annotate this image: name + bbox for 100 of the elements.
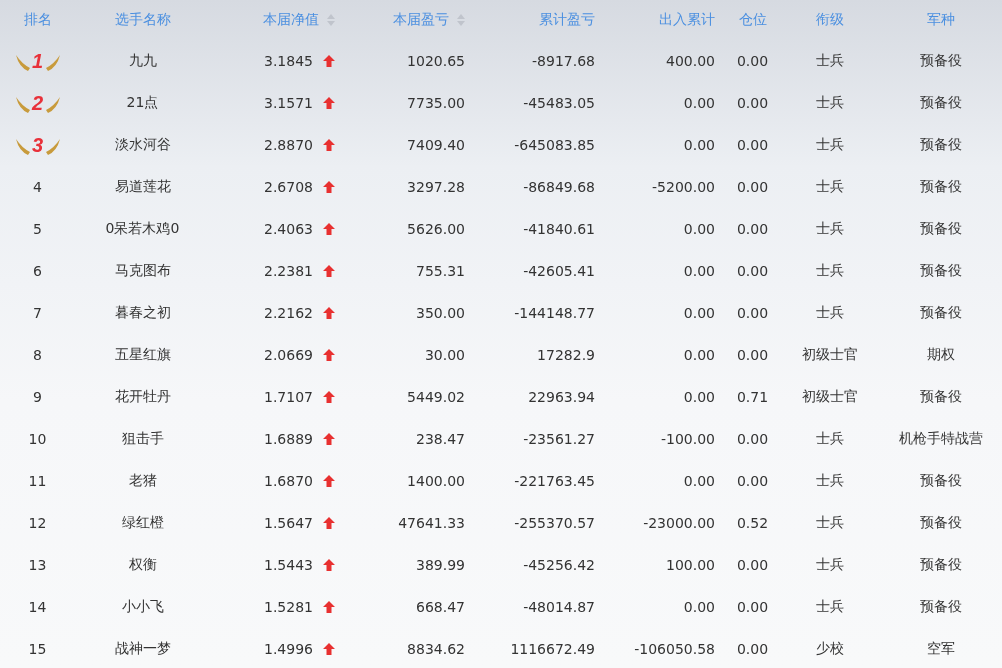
period-profit: 238.47 xyxy=(416,431,465,447)
rank-grade: 士兵 xyxy=(816,304,844,320)
service-branch: 预备役 xyxy=(920,52,962,68)
rank-grade: 士兵 xyxy=(816,262,844,278)
net-value: 2.6708 xyxy=(264,179,313,195)
net-value: 2.2162 xyxy=(264,305,313,321)
rank-grade: 士兵 xyxy=(816,220,844,236)
cash-flow: 0.00 xyxy=(683,137,715,153)
period-profit: 668.47 xyxy=(416,599,465,615)
period-profit: 47641.33 xyxy=(398,515,465,531)
position-ratio: 0.71 xyxy=(736,389,769,405)
column-header: 军种 xyxy=(927,11,955,29)
position-ratio: 0.00 xyxy=(736,431,769,447)
player-name: 花开牡丹 xyxy=(114,388,171,404)
period-profit: 1020.65 xyxy=(407,53,465,69)
position-ratio: 0.00 xyxy=(736,221,769,237)
period-profit: 8834.62 xyxy=(407,641,465,657)
player-name: 五星红旗 xyxy=(114,346,171,362)
column-header[interactable]: 本届净值 xyxy=(263,11,319,29)
cash-flow: 100.00 xyxy=(666,557,715,573)
total-profit: -42605.41 xyxy=(523,263,595,279)
net-value: 1.7107 xyxy=(264,389,313,405)
cash-flow: 400.00 xyxy=(666,53,715,69)
player-name: 暮春之初 xyxy=(114,304,171,320)
period-profit: 5449.02 xyxy=(407,389,465,405)
total-profit: -8917.68 xyxy=(532,53,595,69)
rank-number: 8 xyxy=(33,347,42,363)
service-branch: 预备役 xyxy=(920,94,962,110)
total-profit: -45256.42 xyxy=(523,557,595,573)
player-name: 小小飞 xyxy=(121,598,164,614)
position-ratio: 0.00 xyxy=(736,263,769,279)
rank-grade: 初级士官 xyxy=(802,346,858,362)
position-ratio: 0.00 xyxy=(736,557,769,573)
net-value: 3.1845 xyxy=(264,53,313,69)
net-value: 2.2381 xyxy=(264,263,313,279)
cash-flow: -106050.58 xyxy=(634,641,715,657)
rank-grade: 士兵 xyxy=(816,472,844,488)
rank-number: 14 xyxy=(28,599,47,615)
net-value: 1.6870 xyxy=(264,473,313,489)
rank-number: 4 xyxy=(33,179,42,195)
player-name: 0呆若木鸡0 xyxy=(105,220,180,236)
period-profit: 7409.40 xyxy=(407,137,465,153)
position-ratio: 0.00 xyxy=(736,53,769,69)
total-profit: 22963.94 xyxy=(528,389,595,405)
net-value: 2.8870 xyxy=(264,137,313,153)
net-value: 1.5281 xyxy=(264,599,313,615)
player-name: 九九 xyxy=(128,52,157,68)
position-ratio: 0.00 xyxy=(736,137,769,153)
service-branch: 预备役 xyxy=(920,262,962,278)
service-branch: 机枪手特战营 xyxy=(899,430,983,446)
rank-grade: 初级士官 xyxy=(802,388,858,404)
cash-flow: 0.00 xyxy=(683,95,715,111)
sort-icon[interactable] xyxy=(457,14,465,26)
service-branch: 空军 xyxy=(927,640,955,656)
cash-flow: 0.00 xyxy=(683,599,715,615)
player-name: 老猪 xyxy=(128,472,157,488)
service-branch: 预备役 xyxy=(920,388,962,404)
rank-grade: 士兵 xyxy=(816,556,844,572)
rank-number: 10 xyxy=(28,431,47,447)
rank-medal: 2 xyxy=(13,91,62,115)
column-header: 出入累计 xyxy=(659,11,715,29)
player-name: 马克图布 xyxy=(114,262,171,278)
total-profit: -48014.87 xyxy=(523,599,595,615)
sort-icon[interactable] xyxy=(327,14,335,26)
cash-flow: -23000.00 xyxy=(643,515,715,531)
service-branch: 预备役 xyxy=(920,598,962,614)
service-branch: 预备役 xyxy=(920,178,962,194)
position-ratio: 0.00 xyxy=(736,179,769,195)
rank-grade: 士兵 xyxy=(816,430,844,446)
column-header: 排名 xyxy=(23,11,52,29)
player-name: 权衡 xyxy=(128,556,157,572)
rank-number: 5 xyxy=(33,221,42,237)
net-value: 2.4063 xyxy=(264,221,313,237)
cash-flow: 0.00 xyxy=(683,305,715,321)
rank-number: 11 xyxy=(28,473,47,489)
net-value: 1.5443 xyxy=(264,557,313,573)
service-branch: 预备役 xyxy=(920,472,962,488)
position-ratio: 0.00 xyxy=(736,473,769,489)
column-header[interactable]: 本届盈亏 xyxy=(393,11,449,29)
rank-grade: 士兵 xyxy=(816,514,844,530)
net-value: 3.1571 xyxy=(264,95,313,111)
column-header: 选手名称 xyxy=(114,11,171,29)
cash-flow: 0.00 xyxy=(683,263,715,279)
total-profit: -221763.45 xyxy=(514,473,595,489)
rank-number: 13 xyxy=(28,557,47,573)
period-profit: 350.00 xyxy=(416,305,465,321)
rank-medal: 1 xyxy=(13,49,62,73)
net-value: 1.6889 xyxy=(264,431,313,447)
rank-number: 6 xyxy=(33,263,42,279)
rank-number: 12 xyxy=(28,515,47,531)
period-profit: 3297.28 xyxy=(407,179,465,195)
total-profit: -41840.61 xyxy=(523,221,595,237)
service-branch: 期权 xyxy=(927,346,955,362)
player-name: 战神一梦 xyxy=(114,640,171,656)
period-profit: 30.00 xyxy=(424,347,465,363)
period-profit: 7735.00 xyxy=(407,95,465,111)
net-value: 1.4996 xyxy=(264,641,313,657)
player-name: 绿红橙 xyxy=(121,514,164,530)
rank-grade: 士兵 xyxy=(816,94,844,110)
total-profit: 17282.9 xyxy=(537,347,595,363)
